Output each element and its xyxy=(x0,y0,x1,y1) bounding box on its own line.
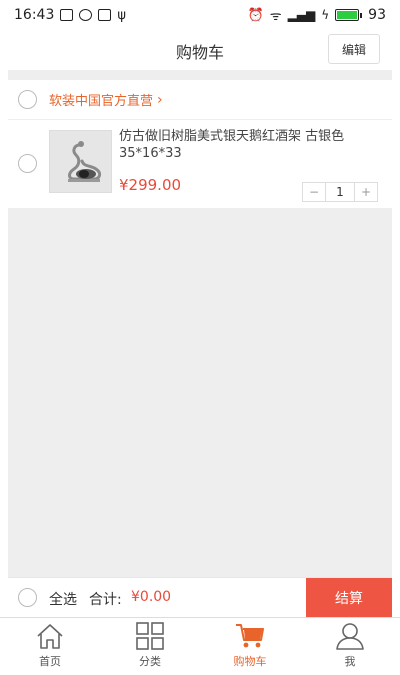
item-select-radio[interactable] xyxy=(18,154,37,173)
tab-category[interactable]: 分类 xyxy=(100,618,200,675)
product-price: ¥299.00 xyxy=(119,176,182,194)
quantity-value[interactable]: 1 xyxy=(325,183,355,201)
battery-level: 93 xyxy=(368,7,386,23)
product-title[interactable]: 仿古做旧树脂美式银天鹅红酒架 古银色 35*16*33 xyxy=(119,128,387,162)
square-status-icon xyxy=(98,9,112,21)
cart-icon xyxy=(236,624,264,648)
edit-button[interactable]: 编辑 xyxy=(328,34,380,64)
increase-button[interactable]: + xyxy=(355,183,377,201)
top-divider xyxy=(8,70,392,80)
cart-content: 软装中国官方直营 › 仿古做旧树脂美式银天鹅红酒架 古银色 35*16*33 ¥… xyxy=(8,70,392,577)
select-all-radio[interactable] xyxy=(18,588,37,607)
usb-icon: ψ xyxy=(117,7,126,23)
quantity-stepper: − 1 + xyxy=(302,182,378,202)
tab-home-label: 首页 xyxy=(39,655,61,668)
home-icon xyxy=(37,624,63,649)
status-bar: 16:43 ψ ⏰ ᯤ ▂▄▆ ϟ 93 xyxy=(0,0,400,30)
page-header: 购物车 编辑 xyxy=(0,30,400,70)
status-time: 16:43 xyxy=(14,7,55,23)
cart-item[interactable]: 仿古做旧树脂美式银天鹅红酒架 古银色 35*16*33 ¥299.00 − 1 … xyxy=(8,120,392,208)
total-label: 合计: xyxy=(89,592,122,608)
wifi-icon: ᯤ xyxy=(269,9,282,24)
settle-button[interactable]: 结算 xyxy=(306,578,392,618)
tab-cart[interactable]: 购物车 xyxy=(200,618,300,675)
battery-icon xyxy=(335,9,363,21)
checkout-bar: 全选 合计: ¥0.00 结算 xyxy=(8,577,392,618)
alarm-icon: ⏰ xyxy=(247,7,264,23)
category-icon xyxy=(136,622,164,650)
tab-bar: 首页 分类 购物车 我 xyxy=(0,617,400,675)
image-icon xyxy=(60,9,74,21)
total-value: ¥0.00 xyxy=(131,589,172,605)
tab-home[interactable]: 首页 xyxy=(0,618,100,675)
shop-select-radio[interactable] xyxy=(18,90,37,109)
swan-wine-rack-image xyxy=(50,131,111,192)
tab-me-label: 我 xyxy=(344,655,356,668)
shop-name[interactable]: 软装中国官方直营 xyxy=(49,90,153,109)
user-icon xyxy=(336,623,364,650)
charging-icon: ϟ xyxy=(321,8,330,22)
chevron-right-icon[interactable]: › xyxy=(157,92,163,108)
status-right: ⏰ ᯤ ▂▄▆ ϟ 93 xyxy=(248,6,387,24)
tab-cart-label: 购物车 xyxy=(233,655,267,668)
tab-me[interactable]: 我 xyxy=(300,618,400,675)
tab-category-label: 分类 xyxy=(139,655,161,668)
shop-row[interactable]: 软装中国官方直营 › xyxy=(8,80,392,120)
decrease-button[interactable]: − xyxy=(303,183,325,201)
product-image[interactable] xyxy=(49,130,112,193)
status-left: 16:43 ψ xyxy=(14,7,126,23)
circle-status-icon xyxy=(79,9,93,21)
signal-icon: ▂▄▆ xyxy=(287,8,316,22)
select-all-label[interactable]: 全选 xyxy=(49,589,77,609)
